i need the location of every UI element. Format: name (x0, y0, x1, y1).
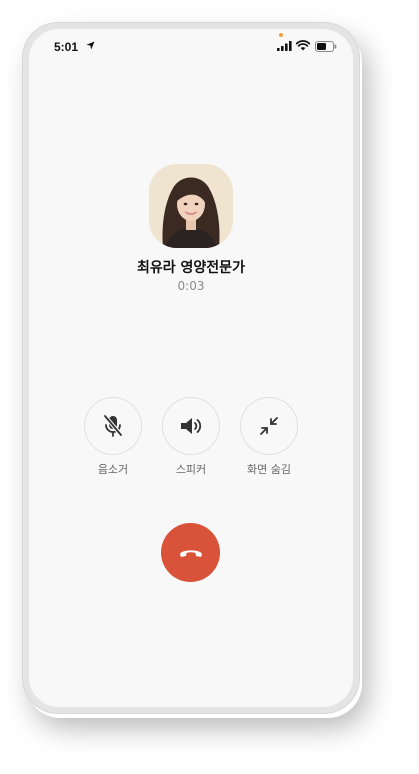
status-time: 5:01 (54, 40, 79, 54)
caller-name: 최유라 영양전문가 (137, 260, 245, 276)
location-arrow-icon (86, 41, 95, 50)
mute-button[interactable] (84, 397, 142, 455)
status-bar: 5:01 (29, 29, 353, 63)
end-call-button[interactable] (161, 523, 220, 582)
hide-screen-button[interactable] (240, 397, 298, 455)
minimize-icon (260, 417, 278, 435)
mic-off-icon (103, 414, 123, 437)
speaker-icon (181, 418, 202, 434)
speaker-label: 스피커 (175, 463, 207, 476)
mute-label: 음소거 (97, 463, 129, 476)
battery-icon (315, 41, 337, 52)
speaker-button[interactable] (162, 397, 220, 455)
call-screen: 5:01 최유라 영양전문가 0:03 음소거 스피커 화면 숨김 (29, 29, 353, 707)
hang-up-icon (179, 549, 202, 557)
call-duration: 0:03 (177, 279, 205, 293)
phone-frame: 5:01 최유라 영양전문가 0:03 음소거 스피커 화면 숨김 (22, 22, 360, 714)
privacy-indicator-dot (279, 33, 283, 37)
wifi-icon (296, 40, 310, 51)
hide-screen-label: 화면 숨김 (247, 463, 291, 476)
caller-avatar (149, 164, 233, 248)
caller-photo (149, 164, 233, 248)
cellular-signal-icon (277, 41, 292, 51)
